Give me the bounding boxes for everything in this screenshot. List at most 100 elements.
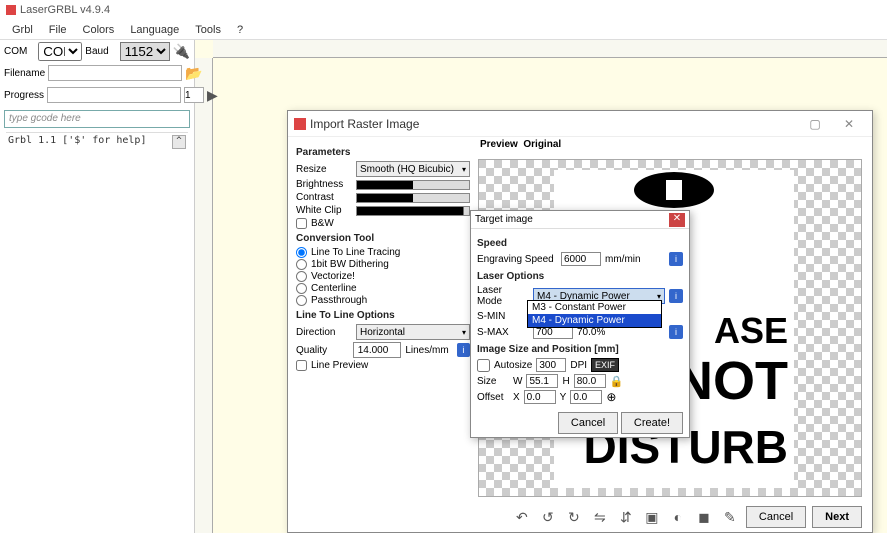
- contrast-label: Contrast: [296, 192, 352, 203]
- smax-pct: 70.0%: [577, 327, 605, 338]
- play-icon[interactable]: ▶: [207, 85, 218, 105]
- size-label: Size: [477, 376, 509, 387]
- flip-v-icon[interactable]: ⇵: [616, 507, 636, 527]
- mode-option-m3[interactable]: M3 - Constant Power: [528, 301, 661, 314]
- open-file-icon[interactable]: 📂: [185, 63, 202, 83]
- baud-select[interactable]: 115200: [120, 42, 170, 61]
- conv-center-radio[interactable]: [296, 283, 307, 294]
- rotate-left-icon[interactable]: ↺: [538, 507, 558, 527]
- left-panel: COM COM4 Baud 115200 🔌 Filename 📂 Progre…: [0, 40, 195, 533]
- scroll-up-icon[interactable]: ^: [172, 135, 186, 149]
- ruler-horizontal: [213, 40, 887, 58]
- baud-label: Baud: [85, 46, 116, 57]
- mode-dropdown-list: M3 - Constant Power M4 - Dynamic Power: [527, 300, 662, 328]
- com-select[interactable]: COM4: [38, 42, 82, 61]
- smax-label: S-MAX: [477, 327, 529, 338]
- whiteclip-slider[interactable]: [356, 206, 470, 216]
- brightness-label: Brightness: [296, 179, 352, 190]
- exif-button[interactable]: EXIF: [591, 358, 619, 372]
- conv-line-radio[interactable]: [296, 247, 307, 258]
- dpi-input[interactable]: [536, 358, 566, 372]
- quality-unit: Lines/mm: [405, 345, 448, 356]
- menu-help[interactable]: ?: [229, 22, 251, 38]
- brightness-slider[interactable]: [356, 180, 470, 190]
- engspeed-unit: mm/min: [605, 254, 641, 265]
- direction-label: Direction: [296, 327, 352, 338]
- l2l-heading: Line To Line Options: [296, 310, 470, 321]
- app-logo-icon: [6, 5, 16, 15]
- smin-label: S-MIN: [477, 311, 529, 322]
- laser-heading: Laser Options: [477, 271, 683, 282]
- com-label: COM: [4, 46, 35, 57]
- menu-language[interactable]: Language: [122, 22, 187, 38]
- target-dialog-title: Target image: [475, 214, 533, 225]
- console-output: ^ Grbl 1.1 ['$' for help]: [6, 132, 188, 148]
- maximize-button[interactable]: ▢: [798, 114, 832, 134]
- whiteclip-label: White Clip: [296, 205, 352, 216]
- size-h-input[interactable]: [574, 374, 606, 388]
- engspeed-input[interactable]: [561, 252, 601, 266]
- import-next-button[interactable]: Next: [812, 506, 862, 528]
- bw-checkbox[interactable]: [296, 218, 307, 229]
- target-cancel-button[interactable]: Cancel: [558, 412, 618, 434]
- filename-label: Filename: [4, 68, 45, 79]
- engspeed-label: Engraving Speed: [477, 254, 557, 265]
- connect-icon[interactable]: 🔌: [173, 41, 190, 61]
- parameters-heading: Parameters: [296, 147, 470, 158]
- filename-input[interactable]: [48, 65, 182, 81]
- bw-label: B&W: [311, 218, 334, 229]
- progress-input: [47, 87, 181, 103]
- dpi-label: DPI: [570, 360, 587, 371]
- gcode-input[interactable]: type gcode here: [4, 110, 190, 128]
- direction-select[interactable]: Horizontal: [356, 324, 470, 340]
- speed-heading: Speed: [477, 238, 683, 249]
- target-close-button[interactable]: ✕: [669, 213, 685, 227]
- info-icon[interactable]: i: [457, 343, 470, 357]
- menu-grbl[interactable]: Grbl: [4, 22, 41, 38]
- progress-label: Progress: [4, 90, 44, 101]
- size-w-input[interactable]: [526, 374, 558, 388]
- dialog-logo-icon: [294, 118, 306, 130]
- mode-info-icon[interactable]: i: [669, 289, 683, 303]
- fill-icon[interactable]: ◼: [694, 507, 714, 527]
- resize-label: Resize: [296, 164, 352, 175]
- flip-h-icon[interactable]: ⇋: [590, 507, 610, 527]
- offset-x-input[interactable]: [524, 390, 556, 404]
- autosize-label: Autosize: [494, 360, 532, 371]
- speed-info-icon[interactable]: i: [669, 252, 683, 266]
- center-icon[interactable]: [606, 390, 616, 404]
- linepreview-checkbox[interactable]: [296, 360, 307, 371]
- conv-vector-radio[interactable]: [296, 271, 307, 282]
- undo-icon[interactable]: ↶: [512, 507, 532, 527]
- autosize-checkbox[interactable]: [477, 359, 490, 372]
- mode-label: Laser Mode: [477, 285, 529, 307]
- resize-select[interactable]: Smooth (HQ Bicubic): [356, 161, 470, 177]
- copies-input[interactable]: [184, 87, 204, 103]
- ruler-vertical: [195, 58, 213, 533]
- preview-heading: Preview Original: [480, 139, 561, 150]
- mode-option-m4[interactable]: M4 - Dynamic Power: [528, 314, 661, 327]
- invert-icon[interactable]: ◐: [668, 507, 688, 527]
- quality-input[interactable]: [353, 342, 401, 358]
- menu-colors[interactable]: Colors: [75, 22, 123, 38]
- edit-icon[interactable]: ✎: [720, 507, 740, 527]
- menu-file[interactable]: File: [41, 22, 75, 38]
- import-cancel-button[interactable]: Cancel: [746, 506, 806, 528]
- contrast-slider[interactable]: [356, 193, 470, 203]
- smax-info-icon[interactable]: i: [669, 325, 683, 339]
- menu-tools[interactable]: Tools: [187, 22, 229, 38]
- import-dialog-title: Import Raster Image: [310, 117, 419, 131]
- imgsize-heading: Image Size and Position [mm]: [477, 344, 683, 355]
- rotate-right-icon[interactable]: ↻: [564, 507, 584, 527]
- quality-label: Quality: [296, 345, 349, 356]
- menubar: Grbl File Colors Language Tools ?: [0, 20, 887, 40]
- crop-icon[interactable]: ▣: [642, 507, 662, 527]
- conv-dither-radio[interactable]: [296, 259, 307, 270]
- lock-icon[interactable]: [610, 375, 624, 388]
- conversion-heading: Conversion Tool: [296, 233, 470, 244]
- offset-y-input[interactable]: [570, 390, 602, 404]
- offset-label: Offset: [477, 392, 509, 403]
- close-button[interactable]: ✕: [832, 114, 866, 134]
- target-create-button[interactable]: Create!: [621, 412, 683, 434]
- conv-pass-radio[interactable]: [296, 295, 307, 306]
